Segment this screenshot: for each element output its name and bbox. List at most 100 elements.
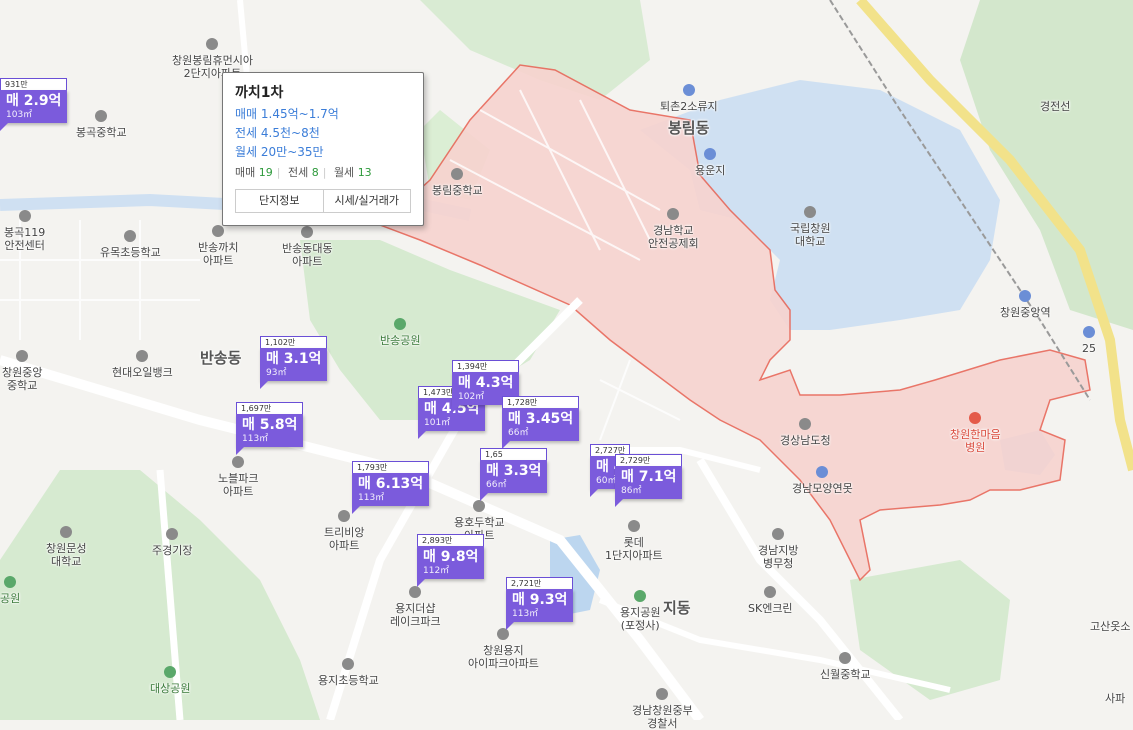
map-label-text: 용운지 xyxy=(695,164,726,177)
map-label-sapa[interactable]: 사파 xyxy=(1105,692,1125,705)
map-label-gyeongnam_yeonmot[interactable]: 경남모양연못 xyxy=(792,466,853,495)
map-label-bansong_park[interactable]: 반송공원 xyxy=(380,318,420,347)
map-label-text: 창원한마음 xyxy=(950,428,1001,441)
divider: | xyxy=(322,166,327,179)
marker-price: 매 3.45억 xyxy=(508,411,574,427)
map-label-text: 노블파크 xyxy=(218,472,259,485)
marker-body: 매 3.45억 66㎡ xyxy=(502,408,580,441)
map-label-bansong_daedong[interactable]: 반송동대동 아파트 xyxy=(282,226,333,268)
marker-body: 매 3.1억 93㎡ xyxy=(260,348,328,381)
marker-price: 매 2.9억 xyxy=(6,93,62,109)
school-icon xyxy=(839,652,852,664)
complex-info-button[interactable]: 단지정보 xyxy=(236,190,323,212)
map-label-yumok[interactable]: 유목초등학교 xyxy=(100,230,161,259)
map-label-bansong_kkachi[interactable]: 반송까치 아파트 xyxy=(198,225,238,267)
price-history-button[interactable]: 시세/실거래가 xyxy=(322,190,411,212)
map-label-bonggok119[interactable]: 봉곡119 안전센터 xyxy=(4,210,45,252)
map-label-sk[interactable]: SK엔크린 xyxy=(748,586,793,615)
map-label-gyeongnam_gov[interactable]: 경상남도청 xyxy=(780,418,831,447)
marker-body: 매 9.3억 113㎡ xyxy=(506,589,574,622)
map-label-yongji_park[interactable]: 용지공원 (포정사) xyxy=(620,590,660,632)
map-label-text: 반송공원 xyxy=(380,334,421,347)
marker-area: 113㎡ xyxy=(358,493,385,503)
map-label-gyeongnam_hospital[interactable]: 경남지방 병무청 xyxy=(758,528,798,570)
map-label-tri[interactable]: 트리비앙 아파트 xyxy=(324,510,364,552)
price-marker[interactable]: 1,697만 매 5.8억 113㎡ xyxy=(236,402,304,455)
map-label-bonggok_ms[interactable]: 봉곡중학교 xyxy=(76,110,127,139)
map-label-hyundai_bank[interactable]: 현대오일뱅크 xyxy=(112,350,173,379)
marker-price: 매 4.3억 xyxy=(458,375,514,391)
map-label-gosan[interactable]: 고산옷소 xyxy=(1090,620,1130,633)
map-label-changwon_station[interactable]: 창원중앙역 xyxy=(1000,290,1051,319)
map-label-bongrim_ms[interactable]: 봉림중학교 xyxy=(432,168,483,197)
map-label-yongji_ipark[interactable]: 창원용지 아이파크아파트 xyxy=(468,628,539,670)
marker-price-per-area: 1,65 xyxy=(480,448,548,460)
map-label-gyeongjeon[interactable]: 경전선 xyxy=(1040,100,1070,113)
map-label-bongrim[interactable]: 봉림동 xyxy=(668,121,709,136)
school-icon xyxy=(473,500,486,512)
map-label-yongji_elem[interactable]: 용지초등학교 xyxy=(318,658,379,687)
map-label-toechon[interactable]: 퇴촌2소류지 xyxy=(660,84,718,113)
marker-pointer xyxy=(418,431,426,439)
map-label-jugyeonggijang[interactable]: 주경기장 xyxy=(152,528,192,557)
map-label-hanmaum[interactable]: 창원한마음 병원 xyxy=(950,412,1001,454)
map-label-yongji_lake[interactable]: 용지더샵 레이크파크 xyxy=(390,586,441,628)
marker-area: 66㎡ xyxy=(508,428,529,438)
divider: | xyxy=(276,166,281,179)
map-label-text: 유목초등학교 xyxy=(100,246,161,259)
price-marker[interactable]: 2,893만 매 9.8억 112㎡ xyxy=(417,534,485,587)
price-marker[interactable]: 1,728만 매 3.45억 66㎡ xyxy=(502,396,580,449)
popup-title: 까치1차 xyxy=(235,85,284,101)
map-label-wonpark[interactable]: 공원 xyxy=(0,576,20,605)
marker-price: 매 7.1억 xyxy=(621,469,677,485)
price-marker[interactable]: 2,721만 매 9.3억 113㎡ xyxy=(506,577,574,630)
map-label-gyeongnam_anjeon[interactable]: 경남학교 안전공제회 xyxy=(648,208,699,250)
marker-price-per-area: 1,697만 xyxy=(236,402,304,414)
map-label-lotte[interactable]: 롯데 1단지아파트 xyxy=(605,520,663,562)
marker-pointer xyxy=(615,499,623,507)
map-label-route25[interactable]: 25 xyxy=(1082,326,1096,355)
map-label-changwon_jungang_ms[interactable]: 창원중앙 중학교 xyxy=(2,350,42,392)
price-marker[interactable]: 1,65 매 3.3억 66㎡ xyxy=(480,448,548,501)
price-marker[interactable]: 1,793만 매 6.13억 113㎡ xyxy=(352,461,430,514)
marker-pointer xyxy=(417,579,425,587)
map-label-text: 경전선 xyxy=(1040,100,1071,113)
building-icon xyxy=(338,510,351,522)
price-marker[interactable]: 931만 매 2.9억 103㎡ xyxy=(0,78,68,131)
map-label-gyeongnam_central[interactable]: 경남창원중부 경찰서 xyxy=(632,688,693,730)
map-label-munseong[interactable]: 창원문성 대학교 xyxy=(46,526,86,568)
marker-area: 112㎡ xyxy=(423,566,450,576)
map-label-text: 병무청 xyxy=(763,557,794,570)
map-label-text: 공원 xyxy=(0,592,21,605)
building-icon xyxy=(212,225,225,237)
stadium-icon xyxy=(166,528,179,540)
park-icon xyxy=(394,318,407,330)
school-icon xyxy=(95,110,108,122)
map-label-text: 창원용지 xyxy=(483,644,524,657)
map-label-yongji[interactable]: 지동 xyxy=(663,601,691,616)
map-label-gukrip[interactable]: 국립창원 대학교 xyxy=(790,206,830,248)
map-label-bansong[interactable]: 반송동 xyxy=(200,351,241,366)
map-label-yongunji[interactable]: 용운지 xyxy=(695,148,725,177)
price-marker[interactable]: 1,102만 매 3.1억 93㎡ xyxy=(260,336,328,389)
map-label-text: 1단지아파트 xyxy=(605,549,663,562)
building-icon xyxy=(206,38,219,50)
building-icon xyxy=(772,528,785,540)
water-icon xyxy=(704,148,717,160)
park-icon xyxy=(634,590,647,602)
marker-body: 매 3.3억 66㎡ xyxy=(480,460,548,493)
building-icon xyxy=(799,418,812,430)
marker-area: 93㎡ xyxy=(266,368,287,378)
popup-jeonse-range: 전세 4.5천~8천 xyxy=(235,126,320,140)
map-label-text: 아파트 xyxy=(292,255,323,268)
map-label-text: 반송까치 xyxy=(198,241,239,254)
jeonse-count: 8 xyxy=(311,166,319,179)
price-marker[interactable]: 2,729만 매 7.1억 86㎡ xyxy=(615,454,683,507)
map-label-text: 안전공제회 xyxy=(648,237,699,250)
marker-price-per-area: 1,394만 xyxy=(452,360,520,372)
map-label-noble[interactable]: 노블파크 아파트 xyxy=(218,456,258,498)
school-icon xyxy=(60,526,73,538)
marker-body: 매 6.13억 113㎡ xyxy=(352,473,430,506)
map-label-sinwol[interactable]: 신월중학교 xyxy=(820,652,871,681)
map-label-daesang[interactable]: 대상공원 xyxy=(150,666,190,695)
